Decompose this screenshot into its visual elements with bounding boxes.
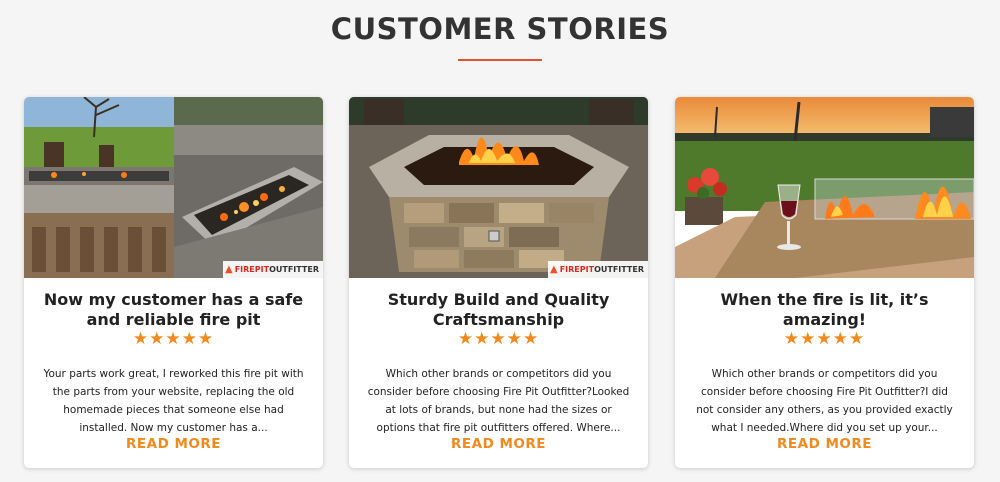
read-more-link[interactable]: READ MORE	[675, 436, 974, 452]
story-photo-3[interactable]	[675, 97, 974, 278]
story-card-3[interactable]: When the fire is lit, it’s amazing! ★★★★…	[675, 97, 974, 468]
story-card-2[interactable]: ▲ FIREPIT OUTFITTER Sturdy Build and Qual…	[349, 97, 648, 468]
brand-logo: ▲ FIREPIT OUTFITTER	[223, 261, 323, 278]
star-rating: ★★★★★	[457, 329, 540, 349]
story-card-1[interactable]: ▲ FIREPIT OUTFITTER Now my customer has a…	[24, 97, 323, 468]
story-title: When the fire is lit, it’s amazing!	[720, 290, 929, 329]
story-photo-2[interactable]: ▲ FIREPIT OUTFITTER	[349, 97, 648, 278]
story-excerpt: Which other brands or competitors did yo…	[367, 368, 630, 434]
story-photo-1[interactable]: ▲ FIREPIT OUTFITTER	[24, 97, 323, 278]
story-title: Now my customer has a safe and reliable …	[43, 290, 304, 329]
star-rating: ★★★★★	[783, 329, 866, 349]
brand-logo: ▲ FIREPIT OUTFITTER	[548, 261, 648, 278]
title-underline	[458, 59, 542, 61]
story-excerpt: Your parts work great, I reworked this f…	[43, 368, 304, 434]
star-rating: ★★★★★	[132, 329, 215, 349]
read-more-link[interactable]: READ MORE	[24, 436, 323, 452]
section-title: CUSTOMER STORIES	[330, 12, 670, 46]
flame-icon: ▲	[550, 264, 558, 275]
read-more-link[interactable]: READ MORE	[349, 436, 648, 452]
story-excerpt: Which other brands or competitors did yo…	[696, 368, 953, 434]
story-title: Sturdy Build and Quality Craftsmanship	[387, 290, 610, 329]
flame-icon: ▲	[225, 264, 233, 275]
